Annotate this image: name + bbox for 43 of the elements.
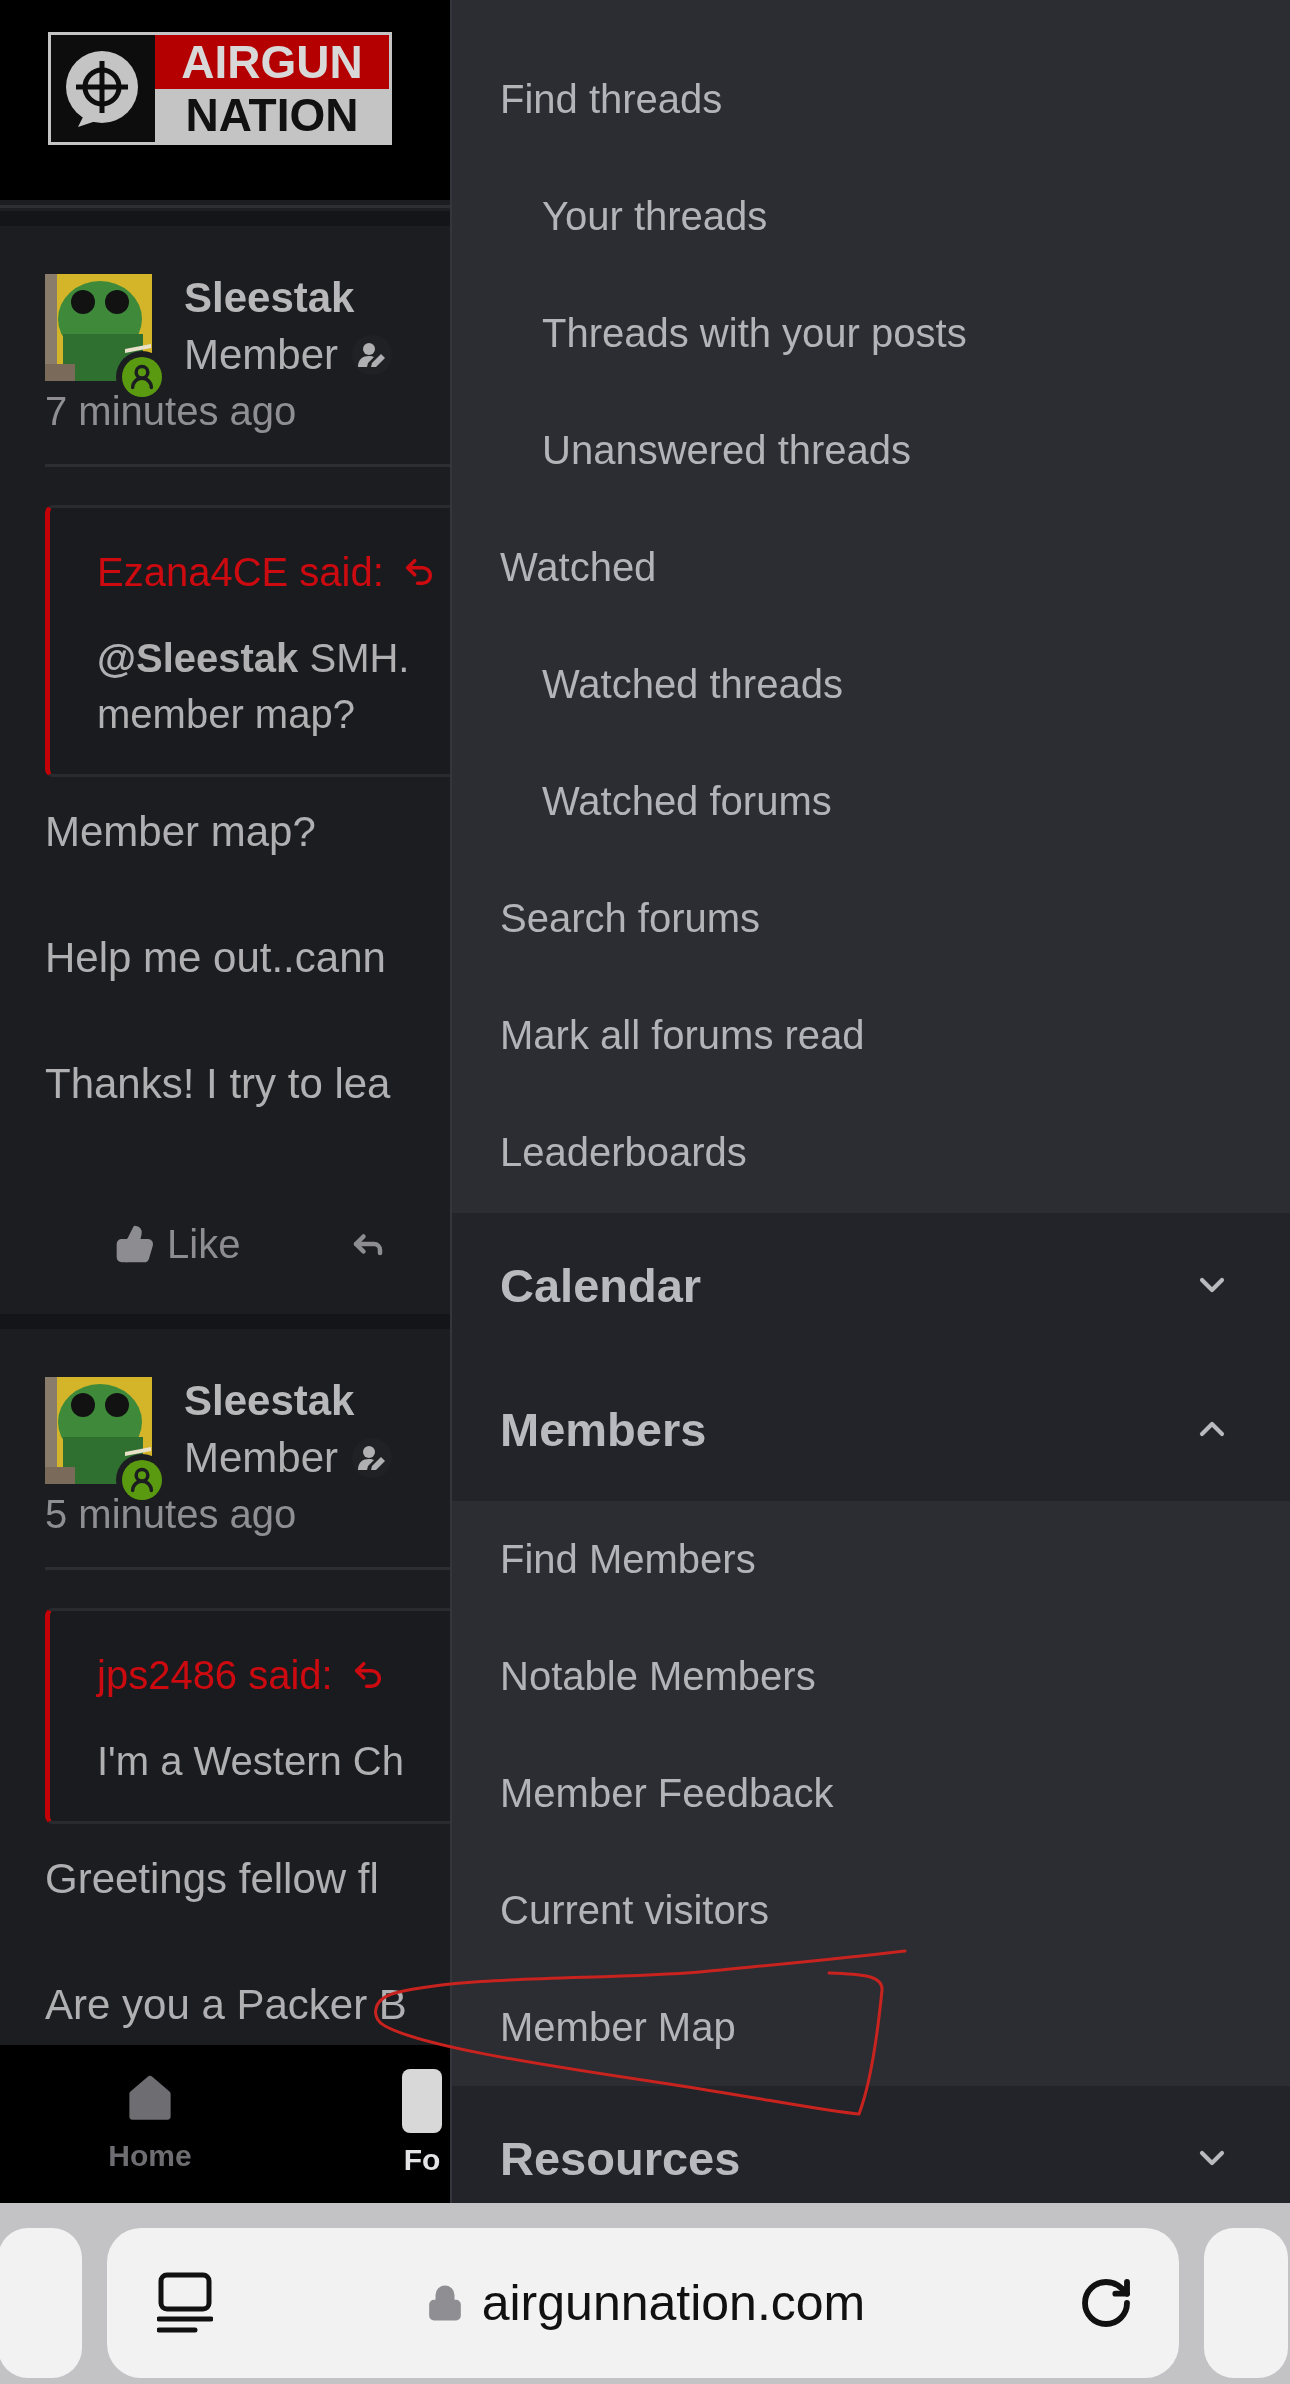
- quote-text: member map?: [97, 691, 356, 738]
- post-time[interactable]: 5 minutes ago: [45, 1486, 450, 1543]
- member-role: Member: [184, 330, 339, 380]
- user-edit-icon: [358, 341, 387, 368]
- menu-link[interactable]: Member Map: [452, 1969, 736, 2086]
- post-text: Greetings fellow fl: [45, 1854, 380, 1904]
- author-name[interactable]: Sleestak: [184, 269, 393, 326]
- reader-icon: [157, 2272, 213, 2334]
- site-logo[interactable]: AIRGUN NATION: [48, 32, 392, 145]
- nav-tab[interactable]: Home: [70, 2069, 230, 2173]
- menu-link[interactable]: Watched threads: [452, 626, 843, 743]
- quote-text: I'm a Western Ch: [97, 1738, 405, 1785]
- logo-text: AIRGUN: [155, 35, 389, 89]
- user-edit-icon: [358, 1444, 387, 1471]
- nav-tab[interactable]: Fo: [402, 2069, 442, 2177]
- author-name[interactable]: Sleestak: [184, 1372, 393, 1429]
- post-text: Member map?: [45, 807, 317, 857]
- thumbs-up-icon: [115, 1224, 155, 1264]
- section-header[interactable]: Calendar: [452, 1213, 1290, 1357]
- forums-icon: [402, 2069, 442, 2133]
- quote-text: @Sleestak SMH.: [97, 635, 411, 682]
- address-bar[interactable]: airgunnation.com: [107, 2228, 1179, 2378]
- post-text: Thanks! I try to lea: [45, 1059, 392, 1109]
- menu-link[interactable]: Watched forums: [452, 743, 832, 860]
- menu-link[interactable]: Find Members: [452, 1501, 756, 1618]
- like-button[interactable]: Like: [115, 1221, 241, 1267]
- menu-link[interactable]: Search forums: [452, 860, 761, 977]
- menu-link[interactable]: Member Feedback: [452, 1735, 834, 1852]
- menu-link[interactable]: Find threads: [452, 41, 723, 158]
- url-text: airgunnation.com: [481, 2274, 866, 2332]
- section-header[interactable]: Resources: [452, 2086, 1290, 2203]
- post-text: Help me out..cann: [45, 933, 387, 983]
- menu-link[interactable]: Threads with your posts: [452, 275, 967, 392]
- menu-link[interactable]: Leaderboards: [452, 1094, 747, 1211]
- menu-link[interactable]: Your threads: [452, 158, 768, 275]
- menu-link[interactable]: Watched: [452, 509, 657, 626]
- menu-link[interactable]: Mark all forums read: [452, 977, 865, 1094]
- section-header[interactable]: Members: [452, 1357, 1290, 1501]
- member-role: Member: [184, 1433, 339, 1483]
- menu-link[interactable]: Current visitors: [452, 1852, 769, 1969]
- post-time[interactable]: 7 minutes ago: [45, 383, 450, 440]
- menu-link[interactable]: Unanswered threads: [452, 392, 912, 509]
- menu-link[interactable]: Notable Members: [452, 1618, 816, 1735]
